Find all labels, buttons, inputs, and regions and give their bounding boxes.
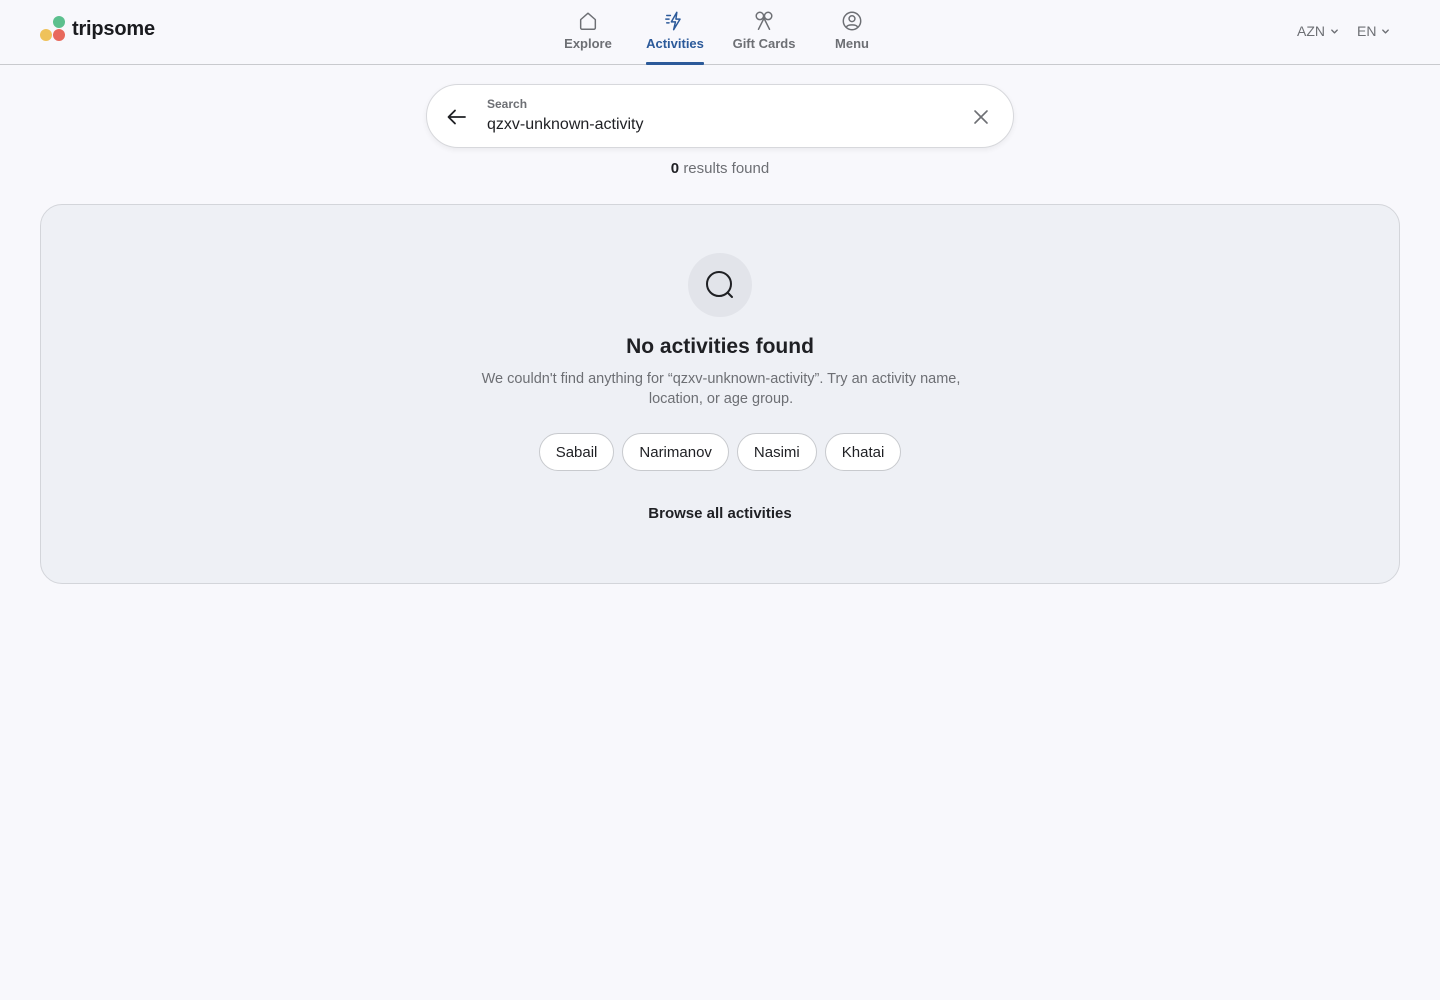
- suggestion-chip-narimanov[interactable]: Narimanov: [622, 433, 729, 471]
- results-number: 0: [670, 160, 680, 177]
- results-suffix: results found: [683, 160, 770, 177]
- chevron-down-icon: [1382, 28, 1390, 34]
- clear-search-button[interactable]: [971, 107, 991, 127]
- logo-dot-red: [53, 29, 65, 41]
- empty-state-icon: [688, 253, 752, 317]
- active-tab-indicator: [646, 62, 704, 65]
- search-bar: Search: [426, 84, 1014, 148]
- logo-dot-green: [53, 16, 65, 28]
- arrow-left-icon: [447, 109, 466, 125]
- user-circle-icon: [842, 11, 862, 31]
- lightning-icon: [665, 11, 681, 31]
- empty-state-description: We couldn't find anything for “qzxv-unkn…: [481, 371, 961, 407]
- language-value: EN: [1357, 23, 1377, 39]
- empty-state-card: No activities found We couldn't find any…: [40, 204, 1400, 584]
- currency-value: AZN: [1297, 23, 1325, 39]
- search-icon: [706, 271, 733, 298]
- nav-item-activities[interactable]: Activities: [646, 0, 704, 65]
- nav-item-menu[interactable]: Menu: [832, 0, 872, 64]
- nav-item-label: Menu: [835, 36, 869, 51]
- top-header: tripsome Explore Activities Gift Cards M…: [0, 0, 1440, 65]
- nav-item-label: Activities: [646, 36, 704, 51]
- gift-bow-icon: [755, 11, 773, 30]
- empty-state-title: No activities found: [626, 335, 814, 358]
- search-input[interactable]: [487, 113, 947, 137]
- currency-selector[interactable]: AZN: [1297, 23, 1339, 39]
- logo-dot-yellow: [40, 29, 52, 41]
- language-selector[interactable]: EN: [1357, 23, 1390, 39]
- nav-item-explore[interactable]: Explore: [562, 0, 614, 64]
- nav-item-label: Explore: [564, 36, 612, 51]
- suggestion-chips: Sabail Narimanov Nasimi Khatai: [41, 433, 1399, 471]
- nav-item-gift-cards[interactable]: Gift Cards: [731, 0, 797, 64]
- browse-all-activities-link[interactable]: Browse all activities: [41, 505, 1399, 522]
- brand-name: tripsome: [72, 17, 155, 40]
- chevron-down-icon: [1331, 28, 1338, 34]
- close-icon: [974, 110, 988, 124]
- nav-item-label: Gift Cards: [732, 36, 796, 51]
- suggestion-chip-sabail[interactable]: Sabail: [538, 433, 615, 471]
- brand-logo[interactable]: tripsome: [40, 16, 155, 42]
- back-button[interactable]: [445, 105, 469, 129]
- suggestion-chip-khatai[interactable]: Khatai: [824, 433, 902, 471]
- results-count: 0 results found: [0, 160, 1440, 177]
- logo-mark-icon: [40, 16, 66, 42]
- search-label: Search: [487, 97, 528, 111]
- home-icon: [579, 12, 597, 30]
- suggestion-chip-nasimi[interactable]: Nasimi: [736, 433, 817, 471]
